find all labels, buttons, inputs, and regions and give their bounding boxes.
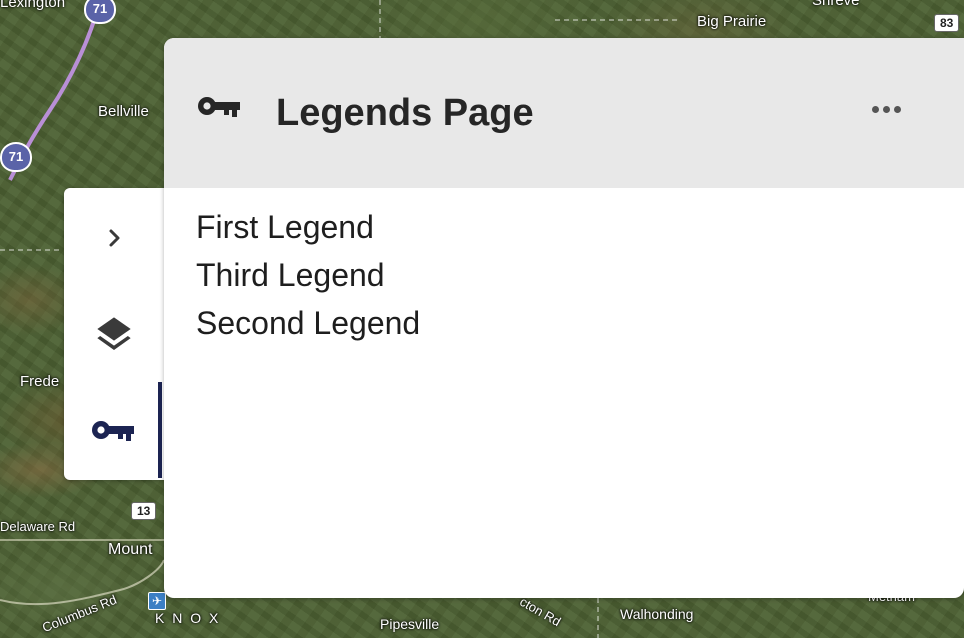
map-label: K N O X <box>155 610 221 626</box>
page-title: Legends Page <box>276 92 534 134</box>
map-label: Bellville <box>98 103 149 120</box>
more-options-button[interactable] <box>872 94 901 124</box>
map-label: Lexington <box>0 0 66 11</box>
map-label: Shreve <box>812 0 860 9</box>
map-label: Big Prairie <box>697 13 767 30</box>
more-horizontal-icon-dot <box>894 105 901 113</box>
legends-panel: Legends Page First Legend Third Legend S… <box>164 38 964 598</box>
interstate-shield: 71 <box>84 0 116 24</box>
more-horizontal-icon <box>872 105 879 113</box>
key-icon <box>198 97 240 117</box>
interstate-shield: 71 <box>0 142 32 172</box>
legend-item[interactable]: First Legend <box>196 208 420 256</box>
side-rail <box>64 188 164 480</box>
more-horizontal-icon-dot <box>883 105 890 113</box>
legends-button[interactable] <box>64 382 164 478</box>
key-icon <box>92 421 134 441</box>
map-label: Pipesville <box>380 616 440 632</box>
legend-item[interactable]: Third Legend <box>196 256 420 304</box>
map-label: Delaware Rd <box>0 519 76 534</box>
legend-list: First Legend Third Legend Second Legend <box>196 208 420 352</box>
legend-item[interactable]: Second Legend <box>196 304 420 352</box>
airport-icon: ✈ <box>148 592 166 610</box>
route-shield: 83 <box>934 14 960 32</box>
map-label: Walhonding <box>620 606 694 622</box>
panel-header: Legends Page <box>164 38 964 188</box>
map-label: Frede <box>20 373 60 390</box>
chevron-right-icon <box>109 229 120 247</box>
route-shield: 13 <box>131 502 157 520</box>
map-label: Mount <box>108 541 153 558</box>
layers-icon <box>97 317 131 350</box>
layers-button[interactable] <box>64 286 164 382</box>
expand-button[interactable] <box>64 190 164 286</box>
